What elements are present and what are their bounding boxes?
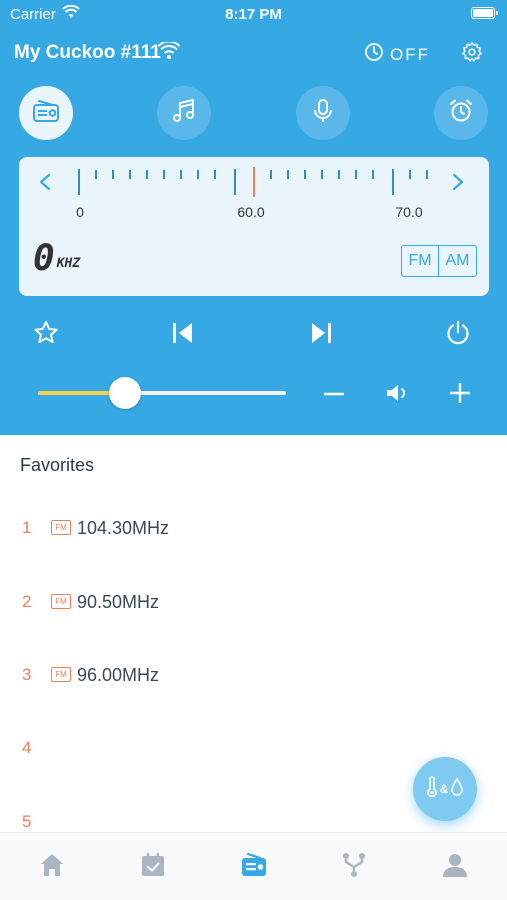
gear-icon[interactable]	[461, 41, 483, 68]
calendar-icon[interactable]	[139, 851, 167, 884]
music-icon	[171, 98, 197, 129]
scale-tick-label: 60.0	[237, 204, 265, 220]
speaker-icon	[384, 381, 412, 410]
scale-tick-label: 0	[76, 204, 84, 220]
favorite-number: 2	[22, 592, 32, 611]
skip-previous-icon[interactable]	[171, 321, 195, 350]
clock-time: 8:17 PM	[225, 6, 282, 23]
frequency-digit: 0	[33, 238, 55, 279]
sleep-timer-button[interactable]: OFF	[364, 42, 430, 67]
playback-controls	[0, 314, 507, 352]
tune-up-chevron-icon[interactable]	[452, 173, 464, 191]
favorite-number: 4	[22, 738, 32, 757]
mode-voice-button[interactable]	[296, 86, 350, 140]
band-am-button[interactable]: AM	[439, 246, 476, 276]
favorite-number: 5	[22, 812, 32, 831]
timer-clock-icon	[364, 42, 384, 67]
favorite-item[interactable]: 2 FM 90.50MHz	[0, 587, 507, 617]
device-title[interactable]: My Cuckoo #111	[14, 42, 161, 64]
band-selector: FM AM	[401, 245, 477, 277]
status-bar: Carrier 8:17 PM	[0, 0, 507, 28]
tab-bar	[0, 832, 507, 900]
frequency-tuner[interactable]: 0 60.0 70.0 0 KHZ FM AM	[19, 157, 489, 296]
scale-tick-label: 70.0	[395, 204, 423, 220]
radio-panel: Carrier 8:17 PM My Cuckoo #111 OFF 0 60.…	[0, 0, 507, 435]
fm-badge: FM	[51, 594, 71, 609]
favorite-item[interactable]: 3 FM 96.00MHz	[0, 660, 507, 690]
home-icon[interactable]	[38, 851, 66, 884]
mode-radio-button[interactable]	[19, 86, 73, 140]
favorite-number: 3	[22, 665, 32, 684]
mode-alarm-button[interactable]	[434, 86, 488, 140]
frequency-readout: 0 KHZ	[33, 241, 80, 277]
volume-control	[0, 376, 507, 410]
fab-ampersand: &	[439, 782, 449, 796]
branch-icon[interactable]	[340, 851, 368, 884]
radio-icon[interactable]	[240, 851, 268, 884]
mode-music-button[interactable]	[157, 86, 211, 140]
thermometer-icon	[426, 775, 438, 803]
volume-up-icon[interactable]	[448, 381, 472, 410]
water-drop-icon	[450, 777, 464, 802]
wifi-connected-icon	[157, 40, 181, 65]
volume-slider-knob[interactable]	[108, 377, 141, 409]
radio-icon	[32, 99, 60, 128]
favorite-item[interactable]: 1 FM 104.30MHz	[0, 513, 507, 543]
skip-next-icon[interactable]	[309, 321, 333, 350]
favorites-title: Favorites	[20, 455, 95, 475]
user-icon[interactable]	[441, 851, 469, 884]
favorite-frequency: 104.30MHz	[77, 517, 170, 538]
fm-badge: FM	[51, 520, 71, 535]
star-icon[interactable]	[33, 320, 59, 351]
volume-down-icon[interactable]	[322, 382, 346, 411]
mode-selector	[0, 86, 507, 140]
fm-badge: FM	[51, 667, 71, 682]
power-icon[interactable]	[445, 320, 471, 351]
favorite-frequency: 96.00MHz	[77, 664, 160, 685]
tune-down-chevron-icon[interactable]	[39, 173, 51, 191]
favorite-frequency: 90.50MHz	[77, 591, 160, 612]
volume-slider[interactable]	[38, 377, 286, 409]
battery-icon	[471, 7, 498, 19]
alarm-clock-icon	[448, 98, 474, 129]
band-fm-button[interactable]: FM	[402, 246, 439, 276]
timer-state-label: OFF	[390, 44, 430, 64]
tuner-scale	[39, 167, 464, 197]
favorite-item[interactable]: 4	[0, 733, 507, 763]
temperature-humidity-button[interactable]: &	[413, 757, 477, 821]
favorite-number: 1	[22, 518, 32, 537]
frequency-unit: KHZ	[56, 256, 81, 271]
microphone-icon	[312, 98, 334, 129]
